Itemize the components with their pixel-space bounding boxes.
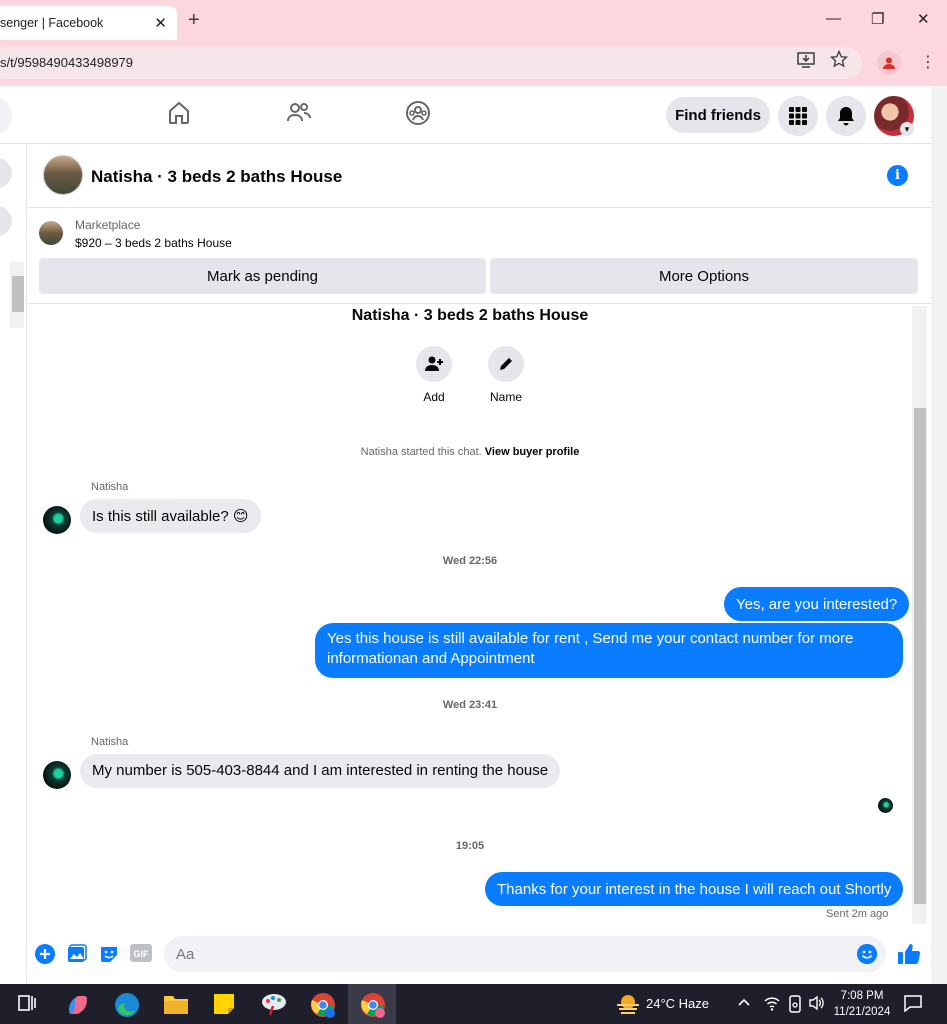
task-view-icon[interactable] <box>16 992 40 1016</box>
haze-weather-icon[interactable] <box>615 992 639 1016</box>
paint-icon[interactable] <box>261 992 286 1016</box>
gif-icon[interactable]: GIF <box>130 944 152 966</box>
message-bubble-outgoing[interactable]: Yes, are you interested? <box>724 587 910 621</box>
sent-status: Sent 2m ago <box>826 908 889 920</box>
bookmark-star-icon[interactable] <box>829 49 849 72</box>
new-message-icon[interactable] <box>0 158 12 188</box>
sticker-icon[interactable] <box>99 944 121 966</box>
chevron-up-icon[interactable] <box>736 994 760 1018</box>
edge-browser-icon[interactable] <box>114 992 139 1017</box>
sender-name: Natisha <box>91 481 129 493</box>
address-bar-row: s/t/9598490433498979 <box>0 40 947 86</box>
chat-started-notice: Natisha started this chat. View buyer pr… <box>28 446 912 458</box>
message-timestamp: Wed 22:56 <box>442 555 498 567</box>
find-friends-button[interactable]: Find friends <box>666 97 770 133</box>
message-timestamp: 19:05 <box>455 840 485 852</box>
menu-grid-icon[interactable] <box>778 96 818 136</box>
message-bubble-incoming[interactable]: Is this still available? 😊 <box>80 499 261 533</box>
chrome-profile-a-icon[interactable] <box>310 992 335 1018</box>
thumbs-up-icon[interactable] <box>897 942 921 966</box>
search-pill[interactable] <box>0 98 12 134</box>
add-label: Add <box>423 390 445 404</box>
listing-price[interactable]: $920 – 3 beds 2 baths House <box>75 236 232 250</box>
sender-avatar[interactable] <box>43 506 71 534</box>
windows-taskbar: 24°C Haze 7:08 PM 11/21/2024 <box>0 984 947 1024</box>
sender-avatar[interactable] <box>43 761 71 789</box>
notifications-bell-icon[interactable] <box>826 96 866 136</box>
marketplace-label: Marketplace <box>75 218 141 232</box>
info-icon[interactable]: i <box>887 165 908 186</box>
chevron-down-icon[interactable]: ▾ <box>900 122 914 136</box>
add-people-button[interactable]: Add <box>399 346 469 404</box>
home-icon[interactable] <box>166 100 194 128</box>
plus-circle-icon[interactable] <box>35 944 57 966</box>
add-person-icon <box>416 346 452 382</box>
name-label: Name <box>489 390 522 404</box>
browser-tab-strip: senger | Facebook ✕ + — ❐ ✕ <box>0 0 947 40</box>
gif-label: GIF <box>134 949 150 959</box>
pencil-icon <box>488 346 524 382</box>
clock-date: 11/21/2024 <box>833 1006 891 1018</box>
listing-avatar[interactable] <box>43 155 83 195</box>
emoji-icon[interactable] <box>857 944 877 964</box>
photo-icon[interactable] <box>67 944 89 966</box>
window-close-icon[interactable]: ✕ <box>917 10 930 28</box>
seen-receipt-avatar <box>878 798 893 813</box>
system-text: Natisha started this chat. <box>360 446 482 458</box>
conversation-title: Natisha · 3 beds 2 baths House <box>351 307 589 324</box>
browser-profile-icon[interactable] <box>877 51 901 75</box>
omnibox[interactable]: s/t/9598490433498979 <box>0 47 862 79</box>
message-bubble-incoming[interactable]: My number is 505-403-8844 and I am inter… <box>80 754 561 788</box>
facebook-navbar: Find friends <box>0 86 931 144</box>
chrome-active-icon[interactable] <box>360 992 385 1018</box>
chat-title[interactable]: Natisha · 3 beds 2 baths House <box>91 167 342 187</box>
sender-name: Natisha <box>91 736 129 748</box>
sticky-notes-icon[interactable] <box>212 992 236 1016</box>
view-buyer-profile-link[interactable]: View buyer profile <box>485 446 580 458</box>
chat-header: Natisha · 3 beds 2 baths House i <box>28 144 931 208</box>
message-bubble-outgoing[interactable]: Yes this house is still available for re… <box>315 623 903 678</box>
url-text[interactable]: s/t/9598490433498979 <box>0 55 133 70</box>
restore-icon[interactable]: ❐ <box>871 10 884 28</box>
system-clock[interactable]: 7:08 PM 11/21/2024 <box>826 988 898 1020</box>
chat-list-sidebar <box>0 144 27 984</box>
clock-time: 7:08 PM <box>840 990 884 1002</box>
message-input[interactable] <box>164 936 886 972</box>
new-tab-icon[interactable]: + <box>188 9 200 32</box>
more-options-button[interactable]: More Options <box>490 258 918 294</box>
minimize-icon[interactable]: — <box>826 10 841 27</box>
message-timestamp: Wed 23:41 <box>442 699 498 711</box>
messages-scrollbar-thumb[interactable] <box>914 408 926 904</box>
sidebar-avatar[interactable] <box>0 206 12 236</box>
file-explorer-icon[interactable] <box>163 992 188 1016</box>
weather-text[interactable]: 24°C Haze <box>646 996 709 1011</box>
tab-title: senger | Facebook <box>0 16 104 30</box>
name-chat-button[interactable]: Name <box>471 346 541 404</box>
browser-menu-icon[interactable]: ⋮ <box>920 52 936 72</box>
sidebar-scrollbar-thumb[interactable] <box>12 276 24 312</box>
install-app-icon[interactable] <box>797 52 815 72</box>
friends-icon[interactable] <box>286 100 314 128</box>
tab-close-icon[interactable]: ✕ <box>154 14 167 32</box>
wifi-icon[interactable] <box>763 995 787 1019</box>
notification-center-icon[interactable] <box>903 994 927 1018</box>
browser-tab[interactable]: senger | Facebook ✕ <box>0 6 177 40</box>
message-bubble-outgoing[interactable]: Thanks for your interest in the house I … <box>485 872 904 906</box>
marketplace-card: Marketplace $920 – 3 beds 2 baths House … <box>28 208 931 304</box>
mark-as-pending-button[interactable]: Mark as pending <box>39 258 486 294</box>
page-scrollbar[interactable] <box>931 86 947 984</box>
message-composer: GIF <box>28 930 931 980</box>
copilot-icon[interactable] <box>65 992 89 1016</box>
groups-icon[interactable] <box>405 100 433 128</box>
listing-thumbnail[interactable] <box>39 221 63 245</box>
